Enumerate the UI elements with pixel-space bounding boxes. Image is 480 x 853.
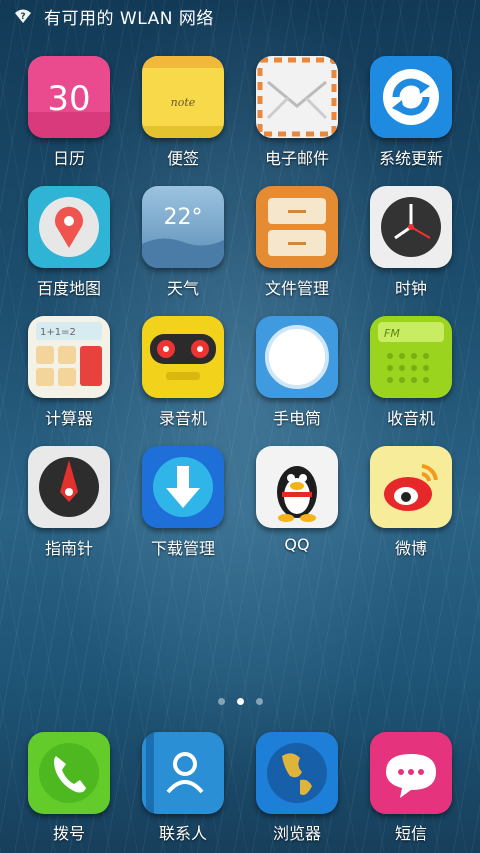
app-label: 录音机	[158, 409, 207, 428]
status-bar: ? 有可用的 WLAN 网络	[0, 0, 480, 32]
app-label: 拨号	[52, 824, 85, 843]
weibo-icon	[370, 446, 452, 528]
app-weibo[interactable]: 微博	[354, 446, 468, 559]
dock-app-dialer[interactable]: 拨号	[12, 732, 126, 844]
app-qq[interactable]: QQ	[240, 446, 354, 554]
app-label: 下载管理	[150, 539, 215, 558]
app-label: 短信	[394, 824, 427, 843]
dock: 拨号 联系人 浏览器 短信	[0, 732, 480, 853]
app-calculator[interactable]: 1+1=2 计算器	[12, 316, 126, 429]
app-label: 浏览器	[272, 824, 321, 843]
clock-icon	[370, 186, 452, 268]
qq-penguin-icon	[256, 446, 338, 528]
page-dot-3[interactable]	[255, 698, 263, 705]
svg-text:?: ?	[20, 12, 25, 22]
app-label: 电子邮件	[264, 149, 329, 168]
dock-app-contacts[interactable]: 联系人	[126, 732, 240, 844]
map-pin-icon	[28, 186, 110, 268]
radio-band: FM	[384, 327, 400, 340]
app-label: 系统更新	[378, 149, 443, 168]
app-label: 手电筒	[272, 409, 321, 428]
app-label: 指南针	[44, 539, 93, 558]
calc-display: 1+1=2	[40, 327, 76, 338]
note-text: note	[171, 96, 196, 109]
compass-icon	[28, 446, 110, 528]
dock-app-browser[interactable]: 浏览器	[240, 732, 354, 844]
app-label: 收音机	[386, 409, 435, 428]
weather-icon: 22°	[142, 186, 224, 268]
radio-icon: FM	[370, 316, 452, 398]
app-clock[interactable]: 时钟	[354, 186, 468, 299]
page-dot-2[interactable]	[236, 698, 244, 705]
app-download-manager[interactable]: 下载管理	[126, 446, 240, 559]
calculator-icon: 1+1=2	[28, 316, 110, 398]
app-flashlight[interactable]: 手电筒	[240, 316, 354, 429]
app-label: 天气	[166, 279, 199, 298]
page-dot-1[interactable]	[217, 698, 225, 705]
app-label: 便签	[166, 149, 199, 168]
flashlight-icon	[256, 316, 338, 398]
app-notes[interactable]: note 便签	[126, 56, 240, 169]
app-weather[interactable]: 22° 天气	[126, 186, 240, 299]
app-file-manager[interactable]: 文件管理	[240, 186, 354, 299]
message-icon	[370, 732, 452, 814]
cassette-icon	[142, 316, 224, 398]
app-label: QQ	[284, 535, 310, 554]
dock-app-messages[interactable]: 短信	[354, 732, 468, 844]
app-label: 联系人	[158, 824, 207, 843]
app-label: 文件管理	[264, 279, 329, 298]
weather-temp: 22°	[164, 205, 203, 230]
app-label: 微博	[394, 539, 427, 558]
app-email[interactable]: 电子邮件	[240, 56, 354, 169]
mail-icon	[256, 56, 338, 138]
app-label: 计算器	[44, 409, 93, 428]
app-label: 百度地图	[36, 279, 101, 298]
wifi-question-icon[interactable]: ?	[14, 7, 32, 25]
calendar-icon: 30	[28, 56, 110, 138]
app-label: 时钟	[394, 279, 427, 298]
app-recorder[interactable]: 录音机	[126, 316, 240, 429]
contacts-icon	[142, 732, 224, 814]
app-radio[interactable]: FM 收音机	[354, 316, 468, 429]
calendar-date: 30	[47, 79, 90, 119]
page-indicator[interactable]	[0, 698, 480, 705]
app-system-update[interactable]: 系统更新	[354, 56, 468, 169]
app-compass[interactable]: 指南针	[12, 446, 126, 559]
app-label: 日历	[52, 149, 85, 168]
refresh-icon	[370, 56, 452, 138]
globe-icon	[256, 732, 338, 814]
app-baidu-map[interactable]: 百度地图	[12, 186, 126, 299]
folder-drawer-icon	[256, 186, 338, 268]
app-calendar[interactable]: 30 日历	[12, 56, 126, 169]
wlan-notice[interactable]: 有可用的 WLAN 网络	[44, 4, 214, 29]
phone-icon	[28, 732, 110, 814]
download-icon	[142, 446, 224, 528]
note-icon: note	[142, 56, 224, 138]
